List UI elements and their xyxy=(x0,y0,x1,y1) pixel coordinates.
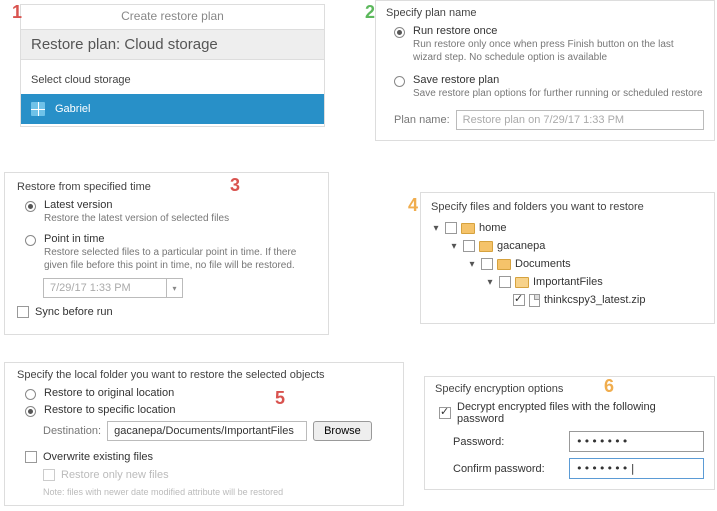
checkbox-icon xyxy=(17,306,29,318)
page-title: Restore plan: Cloud storage xyxy=(21,29,324,60)
checkbox-icon xyxy=(43,469,55,481)
panel-cloud-storage: Create restore plan Restore plan: Cloud … xyxy=(20,4,325,127)
note-text: Note: files with newer date modified att… xyxy=(43,487,391,497)
expander-icon[interactable]: ▾ xyxy=(467,259,477,270)
tree-node-file[interactable]: thinkcspy3_latest.zip xyxy=(431,291,704,309)
folder-icon xyxy=(497,259,511,270)
radio-icon xyxy=(25,389,36,400)
create-restore-plan-label: Create restore plan xyxy=(21,5,324,29)
destination-label: Destination: xyxy=(43,425,101,437)
browse-button[interactable]: Browse xyxy=(313,421,372,441)
step-number-2: 2 xyxy=(365,2,375,23)
folder-icon xyxy=(461,223,475,234)
radio-pit-label: Point in time xyxy=(44,233,316,245)
expander-icon[interactable]: ▾ xyxy=(449,241,459,252)
radio-pit-desc: Restore selected files to a particular p… xyxy=(44,246,316,272)
tree-label: thinkcspy3_latest.zip xyxy=(544,294,646,306)
step-number-5: 5 xyxy=(275,388,285,409)
checkbox-icon xyxy=(25,451,37,463)
panel-destination: Specify the local folder you want to res… xyxy=(4,362,404,506)
radio-icon xyxy=(25,201,36,212)
tree-label: Documents xyxy=(515,258,571,270)
panel3-title: Restore from specified time xyxy=(17,181,316,193)
only-new-checkbox: Restore only new files xyxy=(43,469,391,481)
expander-icon[interactable]: ▾ xyxy=(431,223,441,234)
checkbox-icon[interactable] xyxy=(481,258,493,270)
overwrite-label: Overwrite existing files xyxy=(43,451,153,463)
tree-node-documents[interactable]: ▾ Documents xyxy=(431,255,704,273)
radio-icon xyxy=(394,76,405,87)
checkbox-icon xyxy=(439,407,451,419)
checkbox-icon[interactable] xyxy=(513,294,525,306)
radio-specific-label: Restore to specific location xyxy=(44,404,175,416)
password-input[interactable]: ••••••• xyxy=(569,431,704,452)
folder-icon xyxy=(479,241,493,252)
file-tree: ▾ home ▾ gacanepa ▾ Documents ▾ Importan… xyxy=(431,219,704,309)
only-new-label: Restore only new files xyxy=(61,469,169,481)
radio-run-once-label: Run restore once xyxy=(413,25,704,37)
panel6-title: Specify encryption options xyxy=(435,383,704,395)
confirm-password-label: Confirm password: xyxy=(453,463,563,475)
time-combo-value: 7/29/17 1:33 PM xyxy=(44,279,166,297)
step-number-4: 4 xyxy=(408,195,418,216)
radio-save-plan-label: Save restore plan xyxy=(413,74,704,86)
panel-restore-time: Restore from specified time Latest versi… xyxy=(4,172,329,335)
confirm-password-input[interactable]: •••••••| xyxy=(569,458,704,479)
radio-save-plan[interactable]: Save restore plan Save restore plan opti… xyxy=(394,74,704,100)
decrypt-label: Decrypt encrypted files with the followi… xyxy=(457,401,704,425)
tree-label: home xyxy=(479,222,507,234)
step-number-6: 6 xyxy=(604,376,614,397)
checkbox-icon[interactable] xyxy=(445,222,457,234)
panel-encryption: Specify encryption options Decrypt encry… xyxy=(424,376,715,490)
password-label: Password: xyxy=(453,436,563,448)
plan-name-input[interactable]: Restore plan on 7/29/17 1:33 PM xyxy=(456,110,704,130)
radio-icon xyxy=(25,406,36,417)
file-icon xyxy=(529,294,540,307)
step-number-3: 3 xyxy=(230,175,240,196)
radio-latest-desc: Restore the latest version of selected f… xyxy=(44,212,316,225)
panel2-title: Specify plan name xyxy=(386,7,704,19)
radio-specific-location[interactable]: Restore to specific location xyxy=(25,404,391,417)
chevron-down-icon: ▾ xyxy=(166,279,182,297)
storage-account-name: Gabriel xyxy=(55,103,90,115)
radio-latest-label: Latest version xyxy=(44,199,316,211)
radio-latest-version[interactable]: Latest version Restore the latest versio… xyxy=(25,199,316,225)
radio-icon xyxy=(394,27,405,38)
folder-open-icon xyxy=(515,277,529,288)
step-number-1: 1 xyxy=(12,2,22,23)
panel-plan-name: Specify plan name Run restore once Run r… xyxy=(375,0,715,141)
time-combo[interactable]: 7/29/17 1:33 PM ▾ xyxy=(43,278,183,298)
sync-before-run-label: Sync before run xyxy=(35,306,113,318)
checkbox-icon[interactable] xyxy=(499,276,511,288)
overwrite-checkbox[interactable]: Overwrite existing files xyxy=(25,451,391,463)
panel-file-tree: Specify files and folders you want to re… xyxy=(420,192,715,324)
plan-name-label: Plan name: xyxy=(394,114,450,126)
sync-before-run-checkbox[interactable]: Sync before run xyxy=(17,306,316,318)
storage-account-item[interactable]: Gabriel xyxy=(21,94,324,124)
tree-node-user[interactable]: ▾ gacanepa xyxy=(431,237,704,255)
windows-icon xyxy=(31,102,45,116)
select-cloud-storage-label: Select cloud storage xyxy=(21,60,324,94)
tree-node-home[interactable]: ▾ home xyxy=(431,219,704,237)
tree-node-importantfiles[interactable]: ▾ ImportantFiles xyxy=(431,273,704,291)
radio-point-in-time[interactable]: Point in time Restore selected files to … xyxy=(25,233,316,272)
tree-label: ImportantFiles xyxy=(533,276,603,288)
radio-original-label: Restore to original location xyxy=(44,387,174,399)
radio-original-location[interactable]: Restore to original location xyxy=(25,387,391,400)
radio-run-once-desc: Run restore only once when press Finish … xyxy=(413,38,704,64)
panel4-title: Specify files and folders you want to re… xyxy=(431,201,704,213)
destination-input[interactable]: gacanepa/Documents/ImportantFiles xyxy=(107,421,307,441)
radio-icon xyxy=(25,235,36,246)
decrypt-checkbox[interactable]: Decrypt encrypted files with the followi… xyxy=(439,401,704,425)
panel5-title: Specify the local folder you want to res… xyxy=(17,369,391,381)
radio-run-once[interactable]: Run restore once Run restore only once w… xyxy=(394,25,704,64)
radio-save-plan-desc: Save restore plan options for further ru… xyxy=(413,87,704,100)
checkbox-icon[interactable] xyxy=(463,240,475,252)
expander-icon[interactable]: ▾ xyxy=(485,277,495,288)
tree-label: gacanepa xyxy=(497,240,545,252)
